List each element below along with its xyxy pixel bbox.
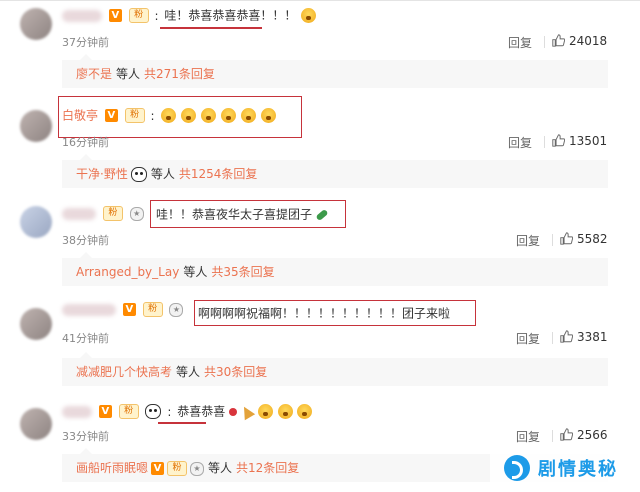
avatar[interactable] xyxy=(20,206,52,238)
reply-total-link[interactable]: 共1254条回复 xyxy=(179,167,258,181)
comment-time: 38分钟前 xyxy=(62,234,109,247)
username-blurred[interactable] xyxy=(62,405,92,418)
reply-summary[interactable]: 廖不是 等人 共271条回复 xyxy=(62,60,608,88)
like-count: 13501 xyxy=(569,134,608,148)
emoji-icon xyxy=(201,108,217,123)
emoji-icon xyxy=(220,108,236,123)
like-count: 3381 xyxy=(577,330,608,344)
thumb-up-icon xyxy=(560,330,573,343)
watermark: 剧情奥秘 xyxy=(490,444,640,492)
username-blurred[interactable] xyxy=(62,303,116,316)
like-button[interactable]: 2566 xyxy=(560,428,608,442)
like-count: 5582 xyxy=(577,232,608,246)
reply-summary[interactable]: 减减肥几个快高考 等人 共30条回复 xyxy=(62,358,608,386)
thumb-up-icon xyxy=(560,232,573,245)
fan-badge-icon: 粉 xyxy=(128,8,149,23)
v-badge-icon: V xyxy=(104,109,118,122)
top-border xyxy=(0,0,640,1)
balloon-icon xyxy=(229,407,238,416)
emoji-icon xyxy=(260,108,276,123)
reply-button[interactable]: 回复 xyxy=(516,428,540,445)
medal-icon: ★ xyxy=(129,206,144,221)
fan-badge-icon: 粉 xyxy=(142,302,163,317)
comment-line: 粉 ★ xyxy=(62,204,144,222)
reply-user[interactable]: 画船听雨眠嗯 xyxy=(76,461,148,475)
divider xyxy=(544,36,545,48)
emoji-icon xyxy=(181,108,197,123)
username[interactable]: 白敬亭 xyxy=(62,109,98,123)
divider xyxy=(544,136,545,148)
medal-icon: ★ xyxy=(169,302,184,317)
comment-time: 16分钟前 xyxy=(62,136,109,149)
fan-badge-icon: 粉 xyxy=(102,206,123,221)
v-badge-icon: V xyxy=(151,462,165,475)
thumb-up-icon xyxy=(560,428,573,441)
reply-total-link[interactable]: 共12条回复 xyxy=(236,461,299,475)
reply-button[interactable]: 回复 xyxy=(508,34,532,51)
reply-user[interactable]: 廖不是 xyxy=(76,67,112,81)
like-button[interactable]: 5582 xyxy=(560,232,608,246)
like-count: 24018 xyxy=(569,34,608,48)
v-badge-icon: V xyxy=(108,9,122,22)
divider xyxy=(552,430,553,442)
comment-time: 37分钟前 xyxy=(62,36,109,49)
watermark-logo-icon xyxy=(504,455,530,481)
emoji-icon xyxy=(240,108,256,123)
like-count: 2566 xyxy=(577,428,608,442)
comment-line: V 粉 : 恭喜恭喜 xyxy=(62,402,313,420)
comment-text: 恭喜恭喜 xyxy=(177,404,226,419)
medal-icon: ★ xyxy=(190,461,205,476)
like-button[interactable]: 3381 xyxy=(560,330,608,344)
comment-time: 33分钟前 xyxy=(62,430,109,443)
like-button[interactable]: 13501 xyxy=(552,134,607,148)
comment-text: 啊啊啊啊祝福啊！！！！！！！！！！团子来啦 xyxy=(198,306,451,321)
leaf-icon xyxy=(315,208,329,221)
fan-badge-icon: 粉 xyxy=(124,108,145,123)
comment-line: V 粉 : 哇！恭喜恭喜恭喜！！！ xyxy=(62,6,317,24)
divider xyxy=(552,234,553,246)
emoji-icon xyxy=(257,404,273,419)
reply-total-link[interactable]: 共35条回复 xyxy=(211,265,274,279)
comment-time: 41分钟前 xyxy=(62,332,109,345)
fan-badge-icon: 粉 xyxy=(118,404,139,419)
comment-text: 哇！恭喜恭喜恭喜！！！ xyxy=(164,8,297,23)
panda-icon xyxy=(130,167,147,182)
thumb-up-icon xyxy=(552,34,565,47)
divider xyxy=(552,332,553,344)
comment-text: 哇！！恭喜夜华太子喜提团子 xyxy=(156,207,313,222)
reply-button[interactable]: 回复 xyxy=(516,232,540,249)
reply-user[interactable]: 减减肥几个快高考 xyxy=(76,365,172,379)
username-blurred[interactable] xyxy=(62,207,96,220)
reply-button[interactable]: 回复 xyxy=(516,330,540,347)
v-badge-icon: V xyxy=(122,303,136,316)
reply-total-link[interactable]: 共30条回复 xyxy=(204,365,267,379)
party-horn-icon xyxy=(238,403,256,420)
emoji-icon xyxy=(301,8,317,23)
emoji-icon xyxy=(277,404,293,419)
highlight-underline xyxy=(158,422,206,424)
thumb-up-icon xyxy=(552,134,565,147)
reply-user[interactable]: Arranged_by_Lay xyxy=(76,265,179,279)
panda-icon xyxy=(145,404,162,419)
reply-user[interactable]: 干净·野性 xyxy=(76,167,128,181)
comment-line: V 粉 ★ xyxy=(62,300,184,318)
emoji-icon xyxy=(297,404,313,419)
comment-line: 白敬亭 V 粉 : xyxy=(62,106,276,124)
v-badge-icon: V xyxy=(98,405,112,418)
watermark-text: 剧情奥秘 xyxy=(538,459,618,480)
reply-summary[interactable]: Arranged_by_Lay 等人 共35条回复 xyxy=(62,258,608,286)
highlight-underline xyxy=(160,27,262,29)
avatar[interactable] xyxy=(20,110,52,142)
reply-total-link[interactable]: 共271条回复 xyxy=(144,67,215,81)
emoji-icon xyxy=(161,108,177,123)
reply-summary[interactable]: 干净·野性 等人 共1254条回复 xyxy=(62,160,608,188)
fan-badge-icon: 粉 xyxy=(167,461,188,476)
username-blurred[interactable] xyxy=(62,9,102,22)
like-button[interactable]: 24018 xyxy=(552,34,607,48)
avatar[interactable] xyxy=(20,408,52,440)
reply-button[interactable]: 回复 xyxy=(508,134,532,151)
avatar[interactable] xyxy=(20,8,52,40)
avatar[interactable] xyxy=(20,308,52,340)
